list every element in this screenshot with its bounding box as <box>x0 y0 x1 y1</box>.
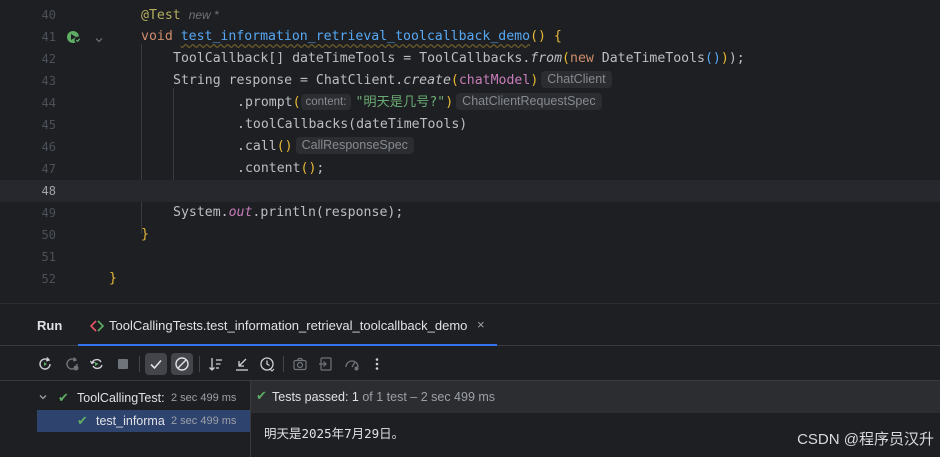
line-number: 40 <box>41 8 56 22</box>
test-results-tree: ✔ ToolCallingTest: 2 sec 499 ms ✔ test_i… <box>26 381 250 457</box>
line-number: 48 <box>41 184 56 198</box>
line-number: 41 <box>41 30 56 44</box>
run-header: Run ToolCallingTests.test_information_re… <box>0 304 940 346</box>
type-hint: ChatClientRequestSpec <box>456 93 602 110</box>
rerun-icon[interactable] <box>34 353 56 375</box>
code-text: System.out.println(response); <box>173 205 404 220</box>
code-line-51: 51 <box>0 246 940 268</box>
run-title[interactable]: Run <box>37 318 62 333</box>
stop-icon[interactable] <box>112 353 134 375</box>
keyword: void <box>141 29 173 44</box>
type-hint: ChatClient <box>541 71 612 88</box>
code-text: .content(); <box>237 161 325 176</box>
line-number: 46 <box>41 140 56 154</box>
code-line-46: 46 .call() CallResponseSpec <box>0 136 940 158</box>
method-name[interactable]: test_information_retrieval_toolcallback_… <box>181 29 530 44</box>
toggle-auto-test-icon[interactable] <box>86 353 108 375</box>
history-icon[interactable] <box>256 353 278 375</box>
chevron-down-icon[interactable] <box>38 387 48 409</box>
code-text: @Test new * <box>141 4 219 27</box>
line-number: 51 <box>41 250 56 264</box>
code-line-47: 47 .content(); <box>0 158 940 180</box>
tree-test-label: test_informa <box>96 414 165 428</box>
watermark: CSDN @程序员汉升 <box>797 431 934 448</box>
run-config-tab[interactable]: ToolCallingTests.test_information_retrie… <box>78 304 497 346</box>
export-icon[interactable] <box>289 353 311 375</box>
line-number: 45 <box>41 118 56 132</box>
test-status-text: Tests passed: 1 of 1 test – 2 sec 499 ms <box>272 390 495 404</box>
parameter-hint: content: <box>300 94 352 110</box>
test-status-bar: ✔ Tests passed: 1 of 1 test – 2 sec 499 … <box>251 381 940 413</box>
code-text: .call() CallResponseSpec <box>237 136 414 158</box>
run-toolbar <box>0 346 940 381</box>
annotation: @Test <box>141 8 181 23</box>
coverage-icon[interactable] <box>341 353 363 375</box>
code-text: void test_information_retrieval_toolcall… <box>141 26 562 48</box>
line-number: 52 <box>41 272 56 286</box>
collapse-icon[interactable] <box>231 353 253 375</box>
fold-chevron-icon[interactable] <box>94 32 104 43</box>
code-editor[interactable]: 40 @Test new * 41 void test_information_r… <box>0 0 940 303</box>
code-line-45: 45 .toolCallbacks(dateTimeTools) <box>0 114 940 136</box>
line-number: 49 <box>41 206 56 220</box>
test-config-icon <box>89 319 105 332</box>
code-line-52: 52 } <box>0 268 940 290</box>
show-passed-icon[interactable] <box>145 353 167 375</box>
code-line-42: 42 ToolCallback[] dateTimeTools = ToolCa… <box>0 48 940 70</box>
import-icon[interactable] <box>315 353 337 375</box>
run-tab-label: ToolCallingTests.test_information_retrie… <box>109 318 468 333</box>
passed-check-icon: ✔ <box>58 390 69 405</box>
line-number: 42 <box>41 52 56 66</box>
line-number: 50 <box>41 228 56 242</box>
sort-icon[interactable] <box>205 353 227 375</box>
tree-test-node[interactable]: ✔ test_informa 2 sec 499 ms <box>37 410 250 432</box>
code-line-40: 40 @Test new * <box>0 4 940 26</box>
toolbar-separator <box>283 356 284 372</box>
code-line-44: 44 .prompt(content: "明天是几号?") ChatClientRe… <box>0 92 940 114</box>
code-line-43: 43 String response = ChatClient.create(c… <box>0 70 940 92</box>
run-test-icon[interactable] <box>66 30 82 44</box>
line-number: 44 <box>41 96 56 110</box>
tests-passed-detail: of 1 test – 2 sec 499 ms <box>362 390 496 404</box>
code-text: .prompt(content: "明天是几号?") ChatClientReque… <box>237 92 602 114</box>
code-text: ToolCallback[] dateTimeTools = ToolCallb… <box>173 51 745 66</box>
close-tab-icon[interactable]: × <box>477 317 485 332</box>
more-icon[interactable] <box>366 353 388 375</box>
passed-check-icon: ✔ <box>77 413 88 428</box>
passed-check-icon: ✔ <box>256 388 267 403</box>
code-text: } <box>109 271 117 286</box>
usage-hint: new * <box>188 8 219 22</box>
line-number: 47 <box>41 162 56 176</box>
tree-root-duration: 2 sec 499 ms <box>171 392 237 404</box>
tree-root-label: ToolCallingTest: <box>77 391 165 405</box>
show-ignored-icon[interactable] <box>171 353 193 375</box>
code-line-48-current[interactable]: 48 <box>0 180 940 202</box>
code-line-49: 49 System.out.println(response); <box>0 202 940 224</box>
code-text: .toolCallbacks(dateTimeTools) <box>237 117 468 132</box>
code-line-41: 41 void test_information_retrieval_toolc… <box>0 26 940 48</box>
console-output-line: 明天是2025年7月29日。 <box>264 426 405 441</box>
code-text: } <box>141 227 149 242</box>
tree-root-node[interactable]: ✔ ToolCallingTest: 2 sec 499 ms <box>26 387 250 409</box>
toolbar-separator <box>199 356 200 372</box>
line-number: 43 <box>41 74 56 88</box>
toolbar-separator <box>139 356 140 372</box>
code-text: String response = ChatClient.create(chat… <box>173 70 612 92</box>
signature-tail: () { <box>530 29 562 44</box>
tests-passed-count: Tests passed: 1 <box>272 390 359 404</box>
tree-test-duration: 2 sec 499 ms <box>171 415 237 427</box>
rerun-failed-icon[interactable] <box>61 353 83 375</box>
code-line-50: 50 } <box>0 224 940 246</box>
type-hint: CallResponseSpec <box>295 137 414 154</box>
